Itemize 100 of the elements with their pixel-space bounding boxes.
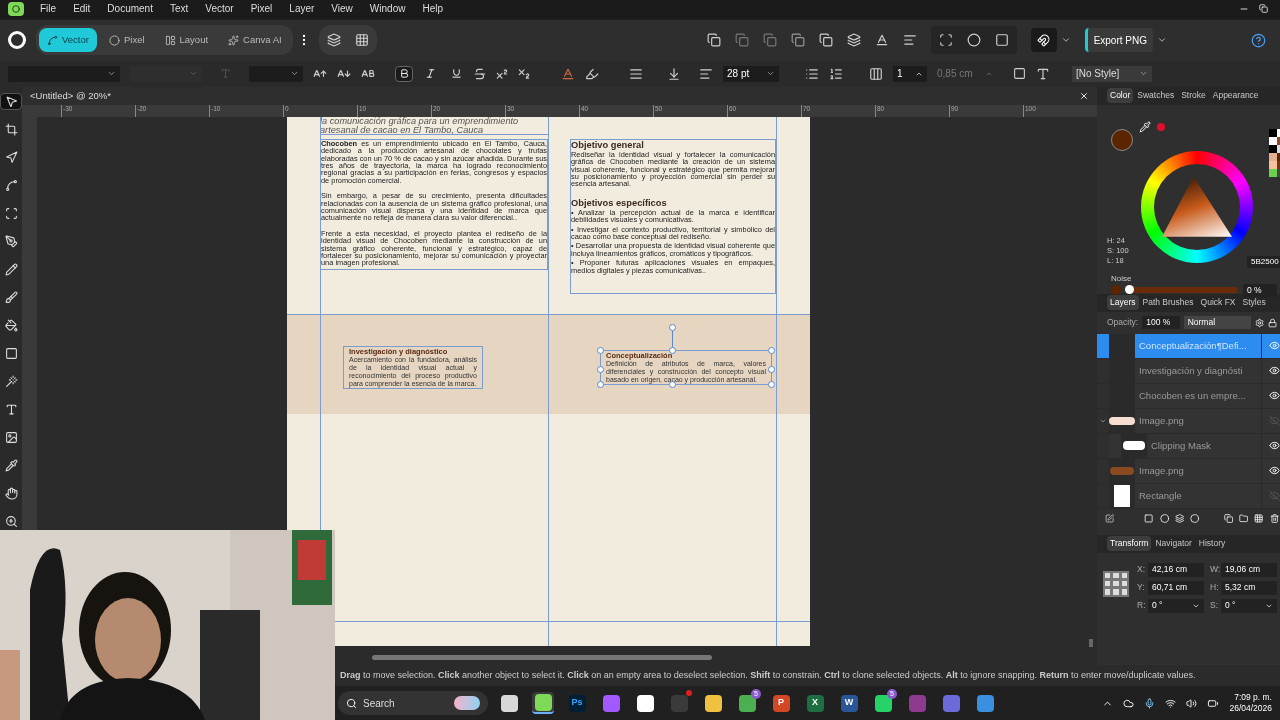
subtract-shape-icon[interactable] [734, 33, 749, 48]
panel-tab[interactable]: Layers [1107, 295, 1139, 311]
menu-item[interactable]: Layer [289, 1, 315, 17]
visibility-icon[interactable] [1269, 440, 1280, 452]
add-shape-icon[interactable] [706, 33, 721, 48]
pointer-tool[interactable] [0, 92, 22, 110]
taskbar-app[interactable] [634, 692, 656, 715]
lock-icon[interactable] [1267, 317, 1277, 328]
visibility-icon[interactable] [1269, 365, 1280, 377]
panel-tab[interactable]: Color [1107, 88, 1134, 104]
help-icon[interactable] [1251, 32, 1266, 48]
selection-handle[interactable] [669, 380, 676, 388]
slider-thumb[interactable] [1125, 285, 1134, 295]
layer-row[interactable]: Investigación y diagnósti [1097, 358, 1280, 384]
panel-tab[interactable]: Transform [1107, 536, 1152, 552]
transform-icon[interactable] [938, 33, 953, 48]
menu-item[interactable]: File [40, 1, 57, 17]
taskbar-app[interactable] [498, 692, 520, 715]
selection-handle[interactable] [597, 346, 604, 354]
persona-tab[interactable]: Pixel [100, 28, 153, 53]
menu-item[interactable]: Edit [73, 1, 91, 17]
swatch[interactable] [1269, 144, 1277, 153]
menu-item[interactable]: Text [169, 1, 189, 17]
horizontal-scrollbar[interactable] [372, 655, 712, 661]
settings-icon[interactable] [1254, 317, 1264, 328]
duplicate-icon[interactable] [1223, 513, 1233, 525]
xor-shape-icon[interactable] [790, 33, 805, 48]
font-family-field[interactable] [8, 65, 120, 82]
swatch[interactable] [1269, 160, 1277, 169]
transform-field[interactable]: 0 ° [1221, 598, 1277, 613]
transform-field[interactable]: 5,32 cm [1221, 580, 1277, 595]
panel-tab[interactable]: Stroke [1178, 88, 1209, 104]
close-icon[interactable] [1079, 90, 1089, 101]
noise-slider[interactable] [1127, 287, 1237, 294]
leading-icon[interactable] [699, 66, 713, 81]
style-field[interactable]: [No Style] [1072, 65, 1152, 82]
noise-field[interactable]: 0 % [1243, 283, 1277, 297]
eyedropper-icon[interactable] [1139, 120, 1151, 133]
taskbar-search-field[interactable]: Search [338, 691, 488, 716]
panel-tab[interactable]: Navigator [1152, 536, 1195, 552]
visibility-icon[interactable] [1269, 465, 1280, 477]
volume-icon[interactable] [1186, 697, 1198, 709]
text-color-icon[interactable] [561, 66, 575, 81]
menu-item[interactable]: View [331, 1, 353, 17]
font-style-field[interactable] [130, 65, 202, 82]
subscript-icon[interactable] [517, 66, 531, 81]
leading-field[interactable]: 28 pt [723, 65, 779, 82]
edit-icon[interactable] [1105, 513, 1115, 525]
menu-item[interactable]: Help [422, 1, 443, 17]
cloud-icon[interactable] [1123, 697, 1135, 709]
rotation-handle[interactable] [669, 323, 676, 347]
fill-swatch[interactable] [1111, 128, 1133, 151]
folder-icon[interactable] [1238, 513, 1249, 525]
clock-date[interactable]: 26/04/2026 [1229, 703, 1272, 715]
bullet-list-icon[interactable] [805, 66, 819, 81]
layer-row[interactable]: Rectangle [1097, 483, 1280, 509]
bold-button[interactable] [395, 65, 413, 82]
clock-time[interactable]: 7:09 p. m. [1234, 692, 1272, 704]
layer-row[interactable]: Image.png [1097, 408, 1280, 434]
persona-tab[interactable]: Canva AI [220, 28, 290, 53]
blend-mode-field[interactable]: Normal [1183, 316, 1251, 330]
restore-icon[interactable] [1259, 3, 1268, 13]
layer-row[interactable]: Clipping Mask [1097, 433, 1280, 459]
swatch[interactable] [1269, 136, 1277, 145]
opacity-field[interactable]: 100 % [1142, 316, 1180, 330]
swatch[interactable] [1269, 152, 1277, 161]
selection-handle[interactable] [669, 346, 676, 354]
menu-item[interactable]: Pixel [250, 1, 273, 17]
panel-tab[interactable]: History [1195, 536, 1229, 552]
taskbar-app[interactable] [702, 692, 724, 715]
vertical-align-icon[interactable] [667, 66, 681, 81]
selection-handle[interactable] [768, 346, 775, 354]
menu-item[interactable]: Document [107, 1, 153, 17]
panel-tab[interactable]: Path Brushes [1139, 295, 1197, 311]
document-tab[interactable]: <Untitled> @ 20%* [30, 88, 111, 103]
columns-field[interactable]: 1 [893, 65, 927, 82]
snapping-button[interactable] [1030, 28, 1057, 53]
layer-row[interactable]: Image.png [1097, 458, 1280, 484]
panel-tab[interactable]: Swatches [1134, 88, 1178, 104]
grid-icon[interactable] [354, 33, 369, 48]
persona-tab[interactable]: Vector [39, 28, 97, 53]
taskbar-app[interactable] [532, 692, 554, 715]
superscript-icon[interactable] [495, 66, 509, 81]
frame-text-icon[interactable] [1013, 67, 1026, 81]
arrange-icon[interactable] [846, 33, 861, 48]
trash-icon[interactable] [1269, 513, 1279, 525]
divide-shape-icon[interactable] [818, 33, 833, 48]
align-text-icon[interactable] [629, 66, 643, 81]
visibility-icon[interactable] [1269, 390, 1280, 402]
hex-field[interactable]: 5B2500 [1247, 255, 1280, 268]
battery-icon[interactable] [1207, 697, 1220, 709]
persona-tab[interactable]: Layout [156, 28, 217, 53]
columns-icon[interactable] [869, 66, 883, 81]
numbered-list-icon[interactable] [829, 66, 843, 81]
microphone-icon[interactable] [1144, 697, 1156, 709]
swatch[interactable] [1269, 128, 1277, 137]
export-button[interactable]: Export PNG [1084, 28, 1153, 53]
anchor-grid[interactable] [1103, 570, 1129, 597]
menu-item[interactable]: Window [369, 1, 406, 17]
panel-tab[interactable]: Styles [1239, 295, 1269, 311]
